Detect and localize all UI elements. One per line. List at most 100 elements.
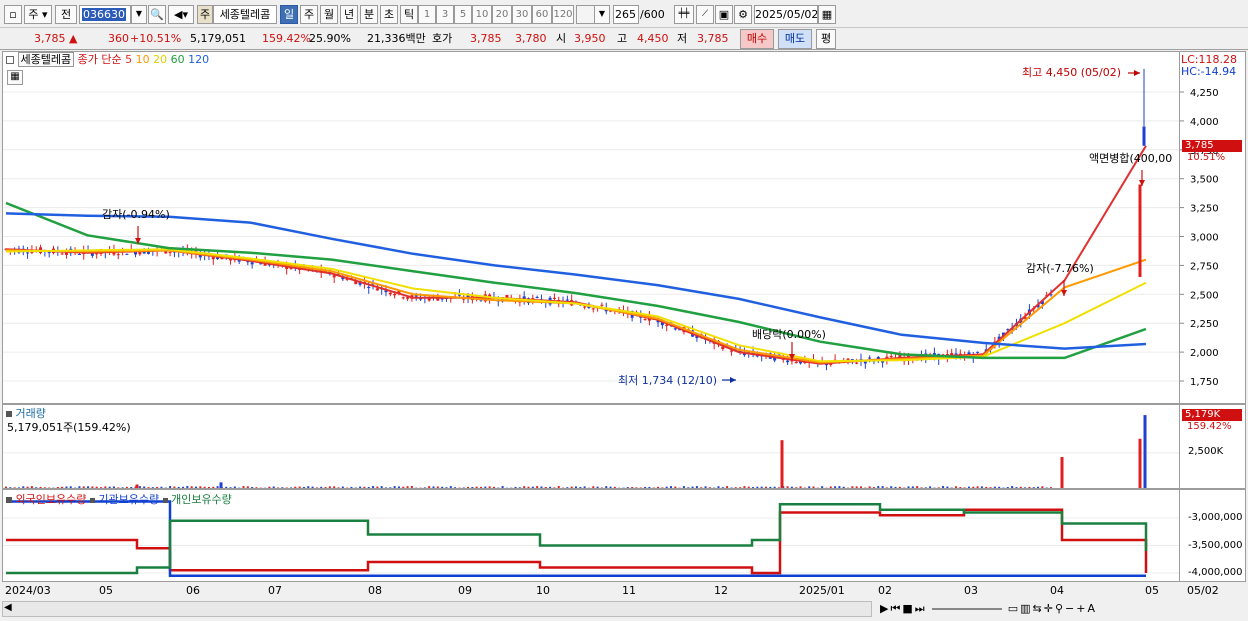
- calculator-icon[interactable]: ▦: [7, 70, 23, 85]
- volume-bar: [808, 486, 811, 488]
- volume-bar: [942, 486, 945, 488]
- candle-body: [665, 324, 669, 327]
- volume-bar: [212, 486, 215, 488]
- legend-foreign[interactable]: 외국인보유수량: [16, 493, 87, 506]
- volume-bar: [203, 486, 206, 488]
- zoom-in-icon[interactable]: +: [1076, 602, 1087, 615]
- volume-bar: [881, 486, 884, 488]
- volume-bar: [838, 486, 841, 488]
- volume-bar: [842, 486, 845, 488]
- window-icon[interactable]: ▭: [1008, 602, 1020, 615]
- volume-bar: [242, 486, 245, 488]
- split-icon[interactable]: ▥: [1020, 602, 1032, 615]
- legend-ma-20: 20: [153, 53, 168, 66]
- candle-body: [116, 254, 120, 256]
- volume-bar: [173, 486, 176, 488]
- volume-bar: [1050, 487, 1052, 488]
- volume-bar: [302, 487, 305, 488]
- legend-individual[interactable]: 개인보유수량: [171, 493, 232, 506]
- volume-bar: [233, 486, 236, 488]
- volume-bar: [682, 486, 685, 488]
- candle-body: [889, 355, 893, 357]
- volume-bar: [156, 486, 159, 488]
- volume-bar: [609, 486, 612, 488]
- forward-icon[interactable]: ⏭: [915, 602, 927, 615]
- stop-icon[interactable]: ■: [902, 602, 914, 615]
- candle-body: [673, 328, 677, 330]
- volume-bar: [911, 486, 914, 488]
- volume-bar: [363, 486, 366, 488]
- legend-ma-title: 종가 단순: [77, 53, 122, 66]
- volume-current-tag: 5,179K: [1182, 409, 1242, 421]
- volume-bar: [130, 487, 133, 488]
- volume-bar: [553, 487, 556, 488]
- x-label-2024-03: 2024/03: [5, 584, 51, 597]
- volume-bar: [959, 487, 962, 488]
- volume-bar: [406, 486, 409, 488]
- volume-bar: [324, 487, 327, 488]
- volume-bar: [575, 486, 577, 488]
- volume-bar: [432, 486, 435, 488]
- volume-bar: [69, 486, 72, 488]
- volume-bar: [916, 486, 919, 488]
- volume-bar: [294, 486, 297, 488]
- ma-line-10: [5, 249, 1147, 364]
- volume-bar: [687, 487, 690, 488]
- volume-bar: [890, 486, 893, 488]
- volume-bar: [717, 486, 720, 488]
- volume-bar: [445, 487, 448, 488]
- volume-bar: [22, 486, 25, 488]
- volume-bar: [980, 486, 983, 488]
- volume-bar: [61, 486, 64, 488]
- price-tick-label: 2,250: [1190, 319, 1219, 330]
- holdings-line-0: [6, 508, 1148, 575]
- price-tick-label: 2,500: [1190, 290, 1219, 301]
- compare-icon[interactable]: ⇆: [1033, 602, 1044, 615]
- volume-bar: [350, 486, 353, 488]
- volume-bar: [691, 486, 694, 488]
- legend-ma-60: 60: [170, 53, 185, 66]
- volume-bar: [397, 486, 400, 488]
- legend-stock-name[interactable]: 세종텔레콤: [17, 52, 75, 67]
- volume-bar: [769, 486, 772, 488]
- volume-bar: [898, 486, 901, 488]
- volume-bar: [207, 486, 210, 488]
- volume-bar: [277, 487, 280, 488]
- rewind-icon[interactable]: ⏮: [890, 602, 902, 615]
- volume-bar: [605, 486, 608, 488]
- horizontal-scrollbar[interactable]: [2, 601, 872, 617]
- legend-institution[interactable]: 기관보유수량: [98, 493, 159, 506]
- font-icon[interactable]: A: [1087, 602, 1097, 615]
- price-tick-label: 1,750: [1190, 377, 1219, 388]
- volume-bar: [752, 487, 755, 488]
- volume-bar: [216, 486, 219, 488]
- chart-canvas[interactable]: 1,750 2,000 2,250 2,500 2,750 3,000 3,250 3,500…: [0, 0, 1248, 621]
- volume-bar: [125, 486, 128, 488]
- volume-bar: [471, 486, 474, 488]
- candle-body: [729, 350, 733, 352]
- volume-bar: [229, 487, 232, 488]
- volume-bar: [540, 486, 543, 488]
- volume-bar: [566, 487, 569, 488]
- volume-bar: [104, 486, 107, 488]
- price-tick-label: 3,000: [1190, 233, 1219, 244]
- candle-body: [855, 362, 859, 364]
- zoom-out-icon[interactable]: −: [1065, 602, 1076, 615]
- crosshair-icon[interactable]: ✛: [1044, 602, 1055, 615]
- zoom-slider[interactable]: [932, 608, 1003, 610]
- volume-bar: [78, 486, 81, 488]
- magnify-icon[interactable]: ⚲: [1055, 602, 1065, 615]
- candle-body: [367, 286, 371, 288]
- volume-bar: [518, 487, 521, 488]
- x-label-05-2025: 05: [1145, 584, 1159, 597]
- volume-bar: [756, 486, 759, 488]
- volume-bar: [376, 486, 379, 488]
- volume-bar: [1041, 486, 1044, 488]
- volume-bar: [885, 487, 888, 488]
- volume-bar: [786, 486, 789, 488]
- volume-bar: [147, 487, 150, 488]
- scroll-right-icon[interactable]: ▶: [880, 602, 890, 615]
- volume-bar: [872, 487, 875, 488]
- scroll-left-icon[interactable]: ◀: [4, 602, 12, 613]
- volume-current-pct: 159.42%: [1187, 421, 1232, 432]
